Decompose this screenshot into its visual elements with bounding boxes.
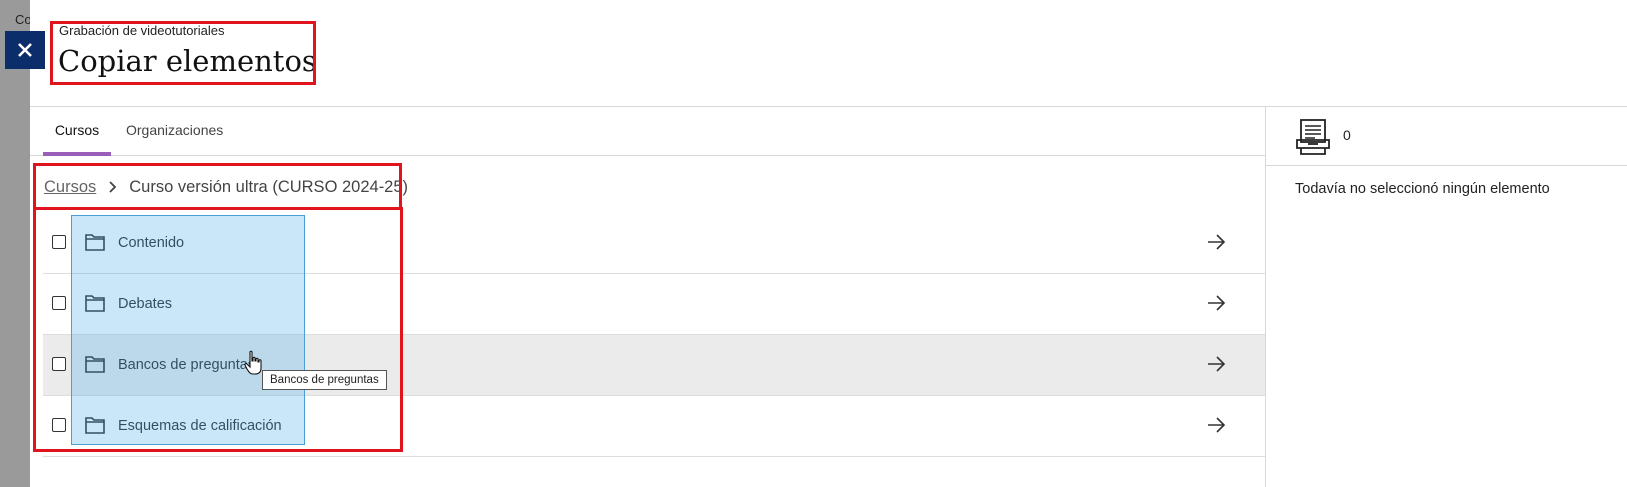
item-label: Debates <box>118 296 173 312</box>
panel-header: Grabación de videotutoriales Copiar elem… <box>30 0 1627 107</box>
list-item[interactable]: Bancos de preguntas <box>43 335 1265 396</box>
selected-count: 0 <box>1343 127 1351 143</box>
list-item[interactable]: Debates <box>43 274 1265 335</box>
selected-items-basket-icon[interactable] <box>1295 118 1331 156</box>
item-checkbox[interactable] <box>52 418 66 432</box>
items-list: Contenido Debates Bancos de preguntas Es… <box>43 213 1265 457</box>
empty-selection-message: Todavía no seleccionó ningún elemento <box>1295 181 1550 197</box>
selection-count-bar: 0 <box>1266 107 1627 166</box>
item-checkbox[interactable] <box>52 235 66 249</box>
background-page: Co <box>0 0 32 487</box>
arrow-right-icon[interactable] <box>1205 353 1227 375</box>
item-checkbox[interactable] <box>52 296 66 310</box>
folder-icon <box>85 295 105 312</box>
tooltip: Bancos de preguntas <box>262 370 387 390</box>
item-label: Bancos de preguntas <box>118 357 256 373</box>
arrow-right-icon[interactable] <box>1205 414 1227 436</box>
hand-cursor-icon <box>244 350 262 375</box>
folder-icon <box>85 356 105 373</box>
item-label: Contenido <box>118 235 185 251</box>
tab-bar: Cursos Organizaciones <box>30 107 1265 156</box>
folder-icon <box>85 417 105 434</box>
item-checkbox[interactable] <box>52 357 66 371</box>
close-icon <box>18 43 32 57</box>
folder-icon <box>85 234 105 251</box>
annotation-box-title <box>50 21 316 85</box>
tab-organizaciones[interactable]: Organizaciones <box>126 107 223 155</box>
annotation-box-breadcrumb <box>33 163 402 210</box>
copy-items-panel: Grabación de videotutoriales Copiar elem… <box>30 0 1627 487</box>
tab-cursos[interactable]: Cursos <box>43 107 111 156</box>
selection-panel: 0 Todavía no seleccionó ningún elemento <box>1265 107 1627 487</box>
arrow-right-icon[interactable] <box>1205 231 1227 253</box>
list-item[interactable]: Contenido <box>43 213 1265 274</box>
arrow-right-icon[interactable] <box>1205 292 1227 314</box>
item-label: Esquemas de calificación <box>118 418 282 434</box>
list-item[interactable]: Esquemas de calificación <box>43 396 1265 457</box>
close-button[interactable] <box>5 31 45 69</box>
